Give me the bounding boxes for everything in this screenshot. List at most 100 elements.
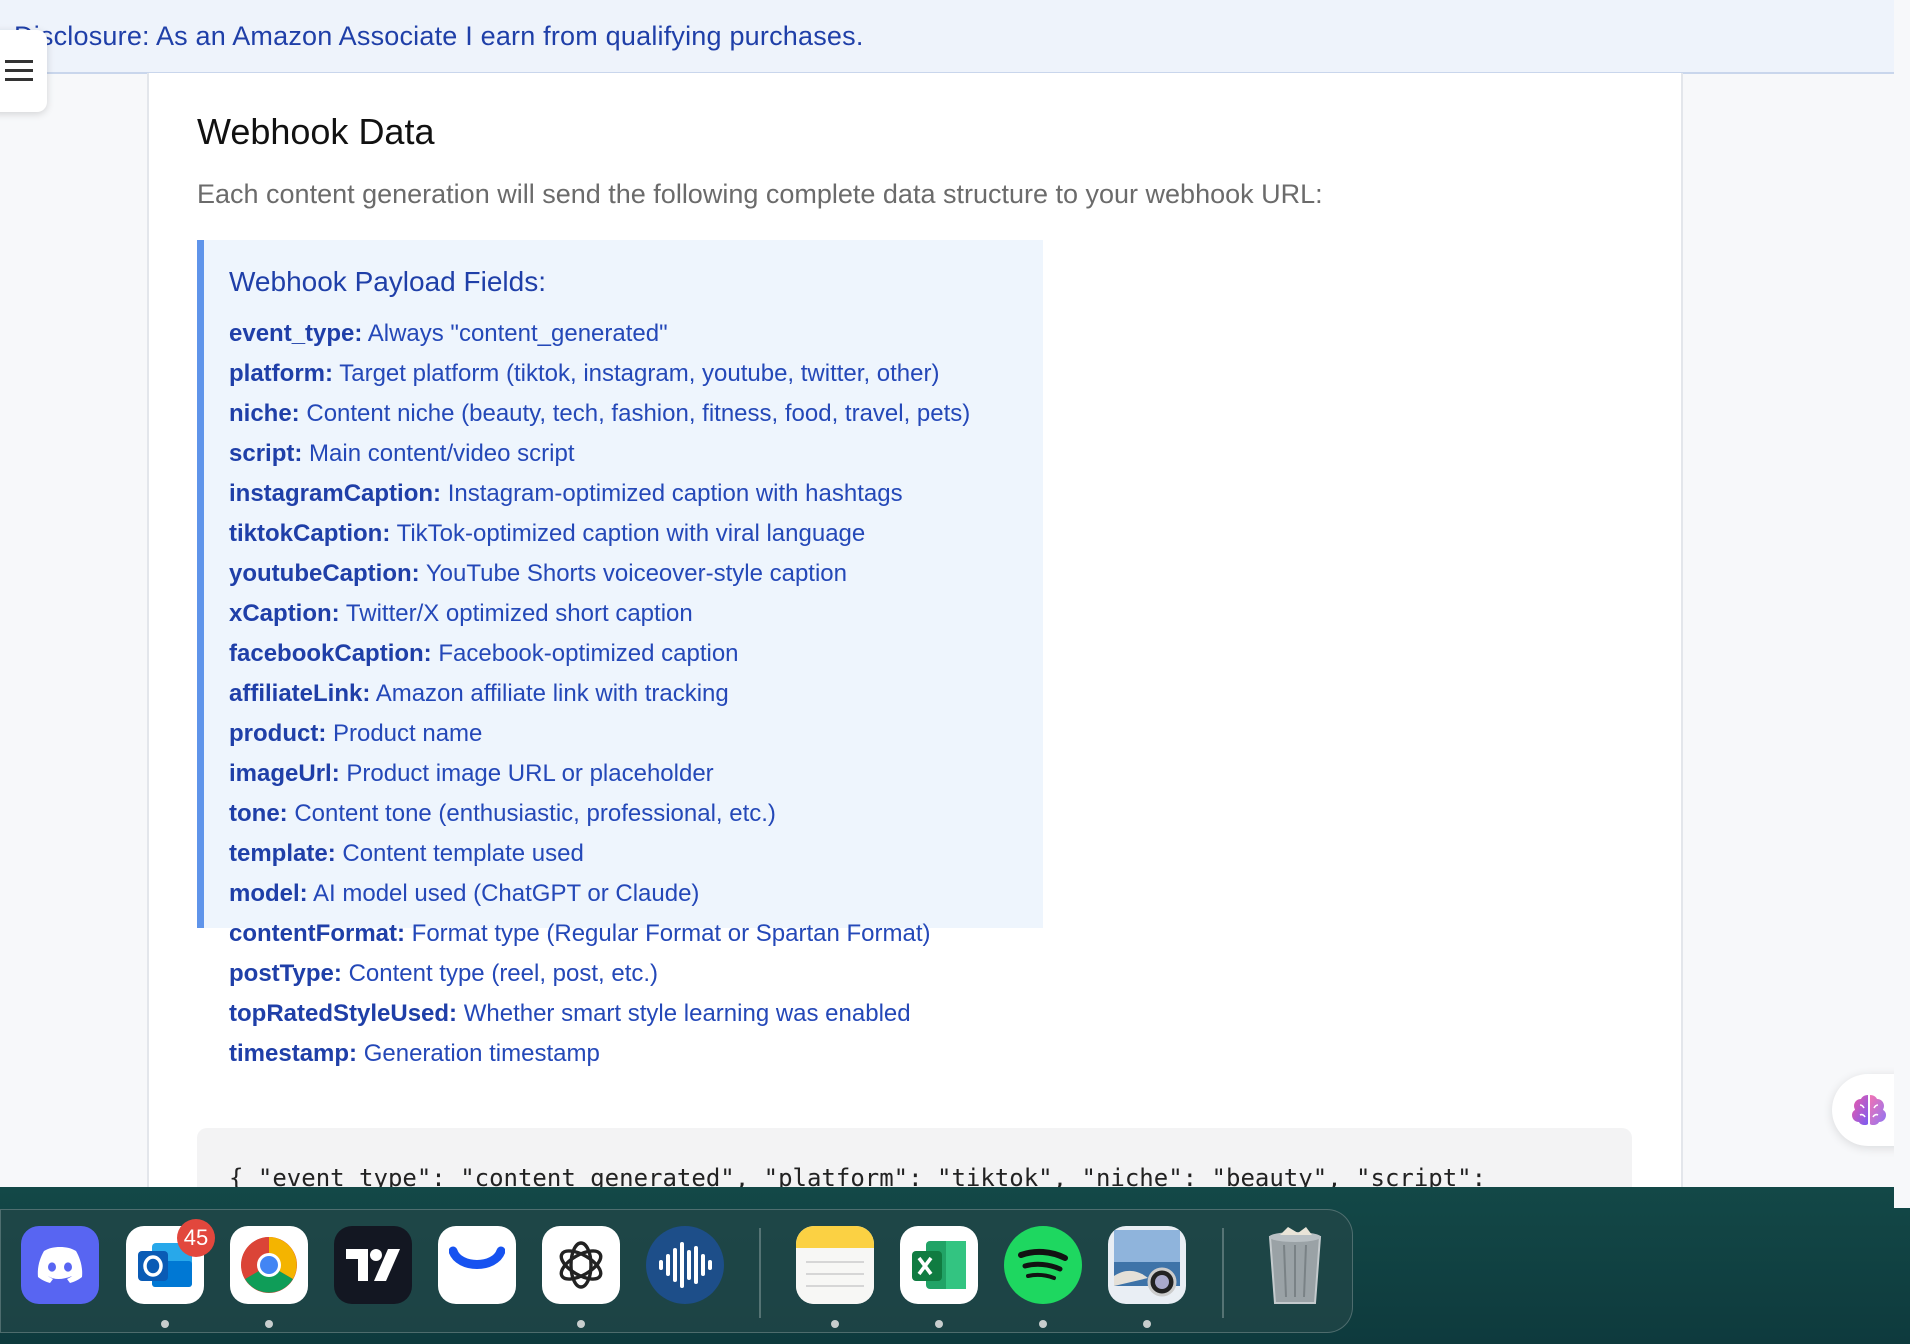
payload-field-item: topRatedStyleUsed: Whether smart style l… xyxy=(229,994,1043,1034)
payload-field-description: Amazon affiliate link with tracking xyxy=(375,680,729,707)
payload-field-description: Content type (reel, post, etc.) xyxy=(348,960,659,987)
brain-icon xyxy=(1852,1095,1886,1125)
running-indicator xyxy=(831,1320,839,1328)
tradingview-icon xyxy=(346,1249,400,1281)
payload-field-description: Product image URL or placeholder xyxy=(346,760,714,787)
payload-field-item: script: Main content/video script xyxy=(229,434,1043,474)
dock-app-chrome[interactable] xyxy=(230,1226,308,1304)
payload-field-key: xCaption: xyxy=(229,600,340,627)
payload-field-description: Target platform (tiktok, instagram, yout… xyxy=(339,360,940,387)
running-indicator xyxy=(935,1320,943,1328)
trash-icon xyxy=(1268,1227,1322,1304)
disclosure-banner: Disclosure: As an Amazon Associate I ear… xyxy=(0,0,1894,74)
assistant-float-button[interactable] xyxy=(1832,1074,1894,1146)
payload-field-item: affiliateLink: Amazon affiliate link wit… xyxy=(229,674,1043,714)
payload-field-key: product: xyxy=(229,720,327,747)
preview-icon xyxy=(1114,1230,1180,1297)
dock-separator xyxy=(1222,1228,1224,1318)
notes-icon xyxy=(796,1226,874,1304)
spotify-icon xyxy=(1018,1248,1068,1280)
running-indicator xyxy=(577,1320,585,1328)
chrome-icon xyxy=(241,1237,297,1293)
payload-field-description: Content niche (beauty, tech, fashion, fi… xyxy=(306,400,971,427)
coinbase-icon xyxy=(449,1246,505,1269)
payload-field-description: Format type (Regular Format or Spartan F… xyxy=(411,920,931,947)
payload-field-description: YouTube Shorts voiceover-style caption xyxy=(425,560,847,587)
outlook-unread-badge: 45 xyxy=(177,1219,215,1257)
payload-field-description: Content template used xyxy=(342,840,584,867)
excel-icon xyxy=(912,1241,966,1289)
payload-field-item: event_type: Always "content_generated" xyxy=(229,314,1043,354)
payload-field-description: Content tone (enthusiastic, professional… xyxy=(294,800,776,827)
running-indicator xyxy=(1143,1320,1151,1328)
payload-field-key: script: xyxy=(229,440,303,467)
payload-field-item: product: Product name xyxy=(229,714,1043,754)
payload-field-description: Always "content_generated" xyxy=(367,320,668,347)
payload-field-key: platform: xyxy=(229,360,333,387)
payload-field-item: timestamp: Generation timestamp xyxy=(229,1034,1043,1074)
dock-app-preview[interactable] xyxy=(1108,1226,1186,1304)
payload-field-item: instagramCaption: Instagram-optimized ca… xyxy=(229,474,1043,514)
payload-field-item: youtubeCaption: YouTube Shorts voiceover… xyxy=(229,554,1043,594)
payload-field-item: tone: Content tone (enthusiastic, profes… xyxy=(229,794,1043,834)
payload-field-item: model: AI model used (ChatGPT or Claude) xyxy=(229,874,1043,914)
payload-field-list: event_type: Always "content_generated" pl… xyxy=(229,314,1043,1074)
hamburger-menu-icon xyxy=(4,60,33,81)
payload-field-description: TikTok-optimized caption with viral lang… xyxy=(396,520,866,547)
payload-field-key: topRatedStyleUsed: xyxy=(229,1000,458,1027)
dock-trash[interactable] xyxy=(1256,1226,1334,1304)
payload-field-key: affiliateLink: xyxy=(229,680,371,707)
payload-field-key: youtubeCaption: xyxy=(229,560,420,587)
payload-field-description: Twitter/X optimized short caption xyxy=(345,600,693,627)
payload-field-key: model: xyxy=(229,880,308,907)
payload-field-description: Generation timestamp xyxy=(363,1040,600,1067)
payload-field-key: facebookCaption: xyxy=(229,640,432,667)
payload-field-description: Instagram-optimized caption with hashtag… xyxy=(447,480,903,507)
payload-field-key: tone: xyxy=(229,800,288,827)
payload-field-item: contentFormat: Format type (Regular Form… xyxy=(229,914,1043,954)
dock-app-discord[interactable] xyxy=(21,1226,99,1304)
dock-app-excel[interactable] xyxy=(900,1226,978,1304)
dock-app-chatgpt[interactable] xyxy=(542,1226,620,1304)
waveform-icon xyxy=(659,1242,712,1288)
payload-field-description: Product name xyxy=(332,720,483,747)
window-edge xyxy=(1894,0,1910,1208)
payload-field-item: postType: Content type (reel, post, etc.… xyxy=(229,954,1043,994)
payload-field-description: AI model used (ChatGPT or Claude) xyxy=(313,880,700,907)
dock-app-notes[interactable] xyxy=(796,1226,874,1304)
payload-field-item: tiktokCaption: TikTok-optimized caption … xyxy=(229,514,1043,554)
payload-fields-box: Webhook Payload Fields: event_type: Alwa… xyxy=(197,240,1043,1067)
payload-field-key: tiktokCaption: xyxy=(229,520,391,547)
running-indicator xyxy=(265,1320,273,1328)
discord-icon xyxy=(37,1247,83,1283)
dock-app-spotify[interactable] xyxy=(1004,1226,1082,1304)
payload-field-item: niche: Content niche (beauty, tech, fash… xyxy=(229,394,1043,434)
payload-field-key: timestamp: xyxy=(229,1040,358,1067)
running-indicator xyxy=(161,1320,169,1328)
payload-field-item: template: Content template used xyxy=(229,834,1043,874)
section-title: Webhook Data xyxy=(197,111,435,152)
payload-field-key: imageUrl: xyxy=(229,760,340,787)
disclosure-text: Disclosure: As an Amazon Associate I ear… xyxy=(14,20,864,51)
webhook-card: Webhook Data Each content generation wil… xyxy=(147,73,1683,1187)
payload-field-item: xCaption: Twitter/X optimized short capt… xyxy=(229,594,1043,634)
dock: 45 xyxy=(0,1209,1353,1333)
payload-field-item: platform: Target platform (tiktok, insta… xyxy=(229,354,1043,394)
payload-field-key: niche: xyxy=(229,400,300,427)
payload-field-description: Facebook-optimized caption xyxy=(438,640,739,667)
payload-field-key: postType: xyxy=(229,960,342,987)
dock-app-coinbase[interactable] xyxy=(438,1226,516,1304)
hamburger-menu-button[interactable] xyxy=(0,30,47,112)
code-block: { "event_type": "content_generated", "pl… xyxy=(197,1128,1632,1187)
dock-app-tradingview[interactable] xyxy=(334,1226,412,1304)
section-description: Each content generation will send the fo… xyxy=(197,179,1323,209)
payload-field-description: Whether smart style learning was enabled xyxy=(463,1000,911,1027)
code-line: { "event_type": "content_generated", "pl… xyxy=(229,1164,1487,1187)
dock-app-voice[interactable] xyxy=(646,1226,724,1304)
payload-field-key: event_type: xyxy=(229,320,363,347)
payload-field-key: template: xyxy=(229,840,336,867)
payload-title: Webhook Payload Fields: xyxy=(229,266,546,297)
payload-field-item: facebookCaption: Facebook-optimized capt… xyxy=(229,634,1043,674)
running-indicator xyxy=(1039,1320,1047,1328)
browser-page: Disclosure: As an Amazon Associate I ear… xyxy=(0,0,1896,1187)
